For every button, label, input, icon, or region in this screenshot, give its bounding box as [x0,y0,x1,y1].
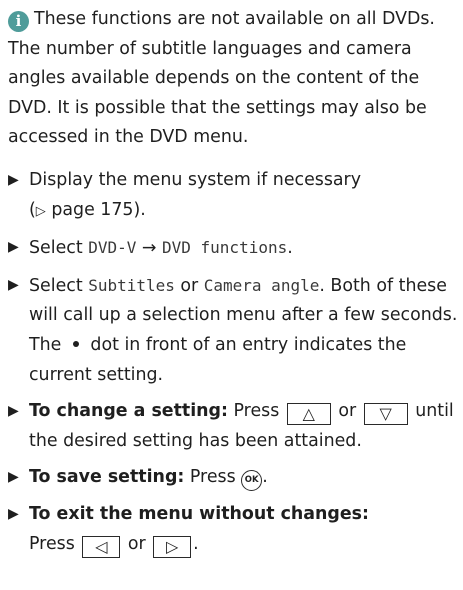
bullet-icon: ▶ [8,276,19,293]
select-word: Select [29,275,83,296]
press-word: Press [233,401,280,422]
step-heading: To exit the menu without changes: [29,503,369,524]
select-word: Select [29,238,83,259]
press-word: Press [29,533,75,554]
or-word: or [338,401,357,422]
or-word: or [180,275,199,296]
right-key-icon: ▷ [153,535,192,558]
bullet-icon: ▶ [8,239,19,256]
step-heading: To save setting: [29,467,185,488]
up-key-icon: △ [286,403,331,426]
menu-item-dvd-functions: DVD functions [162,238,288,258]
menu-item-camera-angle: Camera angle [203,275,320,295]
bullet-icon: ▶ [8,469,19,486]
info-note-text: These functions are not available on all… [8,9,435,148]
step-text: dot in front of an entry indicates the c… [29,334,407,385]
manual-page: i These functions are not available on al… [0,5,463,590]
step-select-subtitles: ▶ Select Subtitles or Camera angle. Both… [8,271,459,390]
bullet-icon: ▶ [8,505,19,522]
info-note: i These functions are not available on al… [8,5,459,153]
bullet-icon: ▶ [8,171,19,188]
press-word: Press [189,467,236,488]
menu-item-subtitles: Subtitles [88,275,175,295]
ok-key-icon: OK [241,470,263,492]
page-reference-icon: ▷ [35,203,46,219]
period: . [193,533,199,554]
menu-item-dvd-v: DVD-V [88,238,137,258]
step-text: Display the menu system if necessary [29,169,361,190]
down-key-icon: ▽ [363,403,408,426]
arrow-icon: → [141,238,157,259]
bullet-icon: ▶ [8,403,19,420]
period: . [319,275,325,296]
period: . [262,467,268,488]
step-select-dvd-functions: ▶ Select DVD-V → DVD functions. [8,233,459,264]
period: . [287,238,293,259]
or-word: or [127,533,146,554]
info-icon: i [8,11,29,32]
ref-open: ( [29,199,36,220]
step-save-setting: ▶ To save setting: Press OK. [8,463,459,493]
step-exit-menu: ▶ To exit the menu without changes: Pres… [8,500,459,559]
ref-close: ). [133,199,146,220]
step-change-setting: ▶ To change a setting: Press △ or ▽ unti… [8,397,459,456]
step-heading: To change a setting: [29,401,228,422]
step-display-menu: ▶ Display the menu system if necessary (… [8,166,459,226]
left-key-icon: ◁ [82,535,121,558]
instruction-steps: ▶ Display the menu system if necessary (… [8,166,459,559]
current-setting-dot-icon [72,340,79,347]
page-reference: page 175 [51,199,134,220]
